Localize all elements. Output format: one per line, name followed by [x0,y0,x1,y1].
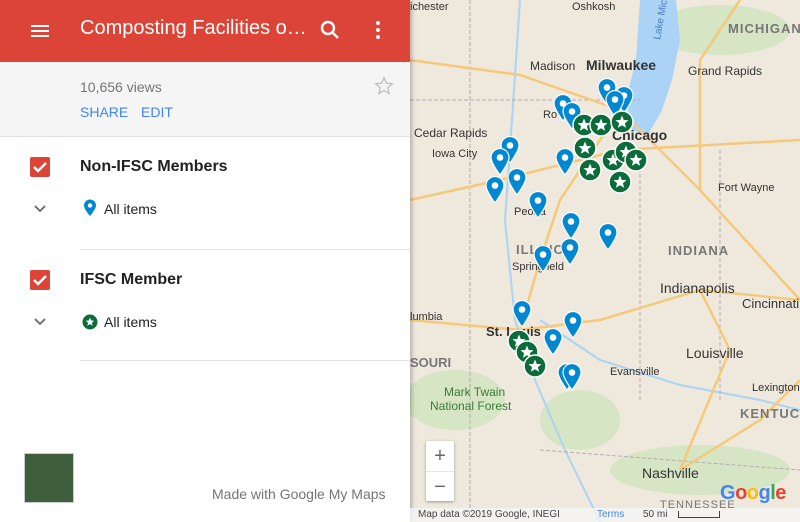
green-star-marker[interactable] [608,170,632,194]
blue-pin-marker[interactable] [507,167,527,197]
map-label: Cedar Rapids [414,126,487,140]
blue-pin-marker[interactable] [562,362,582,392]
map-label: SOURI [410,355,451,370]
attribution-bar: Map data ©2019 Google, INEGI Terms 50 mi [410,508,800,522]
map-label: lumbia [410,311,443,323]
chevron-down-icon[interactable] [32,201,48,217]
basemap-thumbnail[interactable] [24,453,74,503]
info-bar: 10,656 views SHARE EDIT [0,62,410,137]
map-label: KENTUCKY [740,406,800,421]
map-label: INDIANA [668,243,729,258]
green-star-marker[interactable] [624,148,648,172]
map-label: Milwaukee [586,57,656,73]
map-label: Fort Wayne [718,182,774,194]
map-label: Indianapolis [660,280,735,296]
blue-pin-marker[interactable] [555,147,575,177]
layer-checkbox[interactable] [30,270,50,290]
check-icon [33,162,47,173]
green-star-marker[interactable] [523,354,547,378]
made-with-label: Made with Google My Maps [212,486,386,502]
side-panel: Composting Facilities o… 10,656 views SH… [0,0,410,522]
map-label: Mark Twain [444,385,505,399]
scale-label: 50 mi [643,509,668,520]
map-label: Louisville [686,345,744,361]
map-label: Lexington [752,382,800,394]
layer-title: IFSC Member [80,271,183,288]
map-title: Composting Facilities o… [80,17,307,39]
divider [80,249,410,250]
blue-pin-marker[interactable] [561,211,581,241]
zoom-out-button[interactable]: − [426,472,454,502]
zoom-controls: + − [426,441,454,501]
layer-all-items[interactable]: All items [104,314,157,330]
view-count: 10,656 views [80,79,162,95]
menu-icon[interactable] [28,19,52,43]
chevron-down-icon[interactable] [32,314,48,330]
layer-all-items[interactable]: All items [104,201,157,217]
layer-title: Non-IFSC Members [80,158,228,175]
star-icon[interactable] [374,76,394,96]
green-star-marker[interactable] [573,136,597,160]
map-label: Grand Rapids [688,64,762,78]
blue-pin-marker[interactable] [560,237,580,267]
map-label: Nashville [642,465,699,481]
map-label: Oshkosh [572,1,615,13]
divider [80,360,410,361]
blue-pin-icon [84,199,96,216]
zoom-in-button[interactable]: + [426,441,454,472]
green-star-marker[interactable] [610,110,634,134]
terms-link[interactable]: Terms [597,509,624,520]
blue-pin-marker[interactable] [598,222,618,252]
blue-pin-marker[interactable] [528,190,548,220]
top-bar: Composting Facilities o… [0,0,410,62]
google-logo: Google [720,482,786,504]
map-label: Madison [530,59,575,73]
map-label: Evansville [610,366,660,378]
map-label: MICHIGAN [728,21,800,36]
map-canvas[interactable]: ichester Oshkosh Milwaukee Madison Grand… [410,0,800,522]
more-vert-icon[interactable] [366,18,390,42]
blue-pin-marker[interactable] [485,175,505,205]
blue-pin-marker[interactable] [533,244,553,274]
map-label: National Forest [430,399,512,413]
edit-button[interactable]: EDIT [141,104,173,120]
map-label: Cincinnati [742,296,799,311]
green-star-icon [82,314,98,330]
green-star-marker[interactable] [578,158,602,182]
blue-pin-marker[interactable] [543,327,563,357]
blue-pin-marker[interactable] [512,299,532,329]
blue-pin-marker[interactable] [563,310,583,340]
map-label: ichester [410,1,449,13]
share-button[interactable]: SHARE [80,104,128,120]
layer-checkbox[interactable] [30,157,50,177]
check-icon [33,275,47,286]
map-attribution: Map data ©2019 Google, INEGI [418,509,560,520]
map-label: Iowa City [432,148,478,160]
scale-bar [678,511,720,518]
search-icon[interactable] [318,18,342,42]
